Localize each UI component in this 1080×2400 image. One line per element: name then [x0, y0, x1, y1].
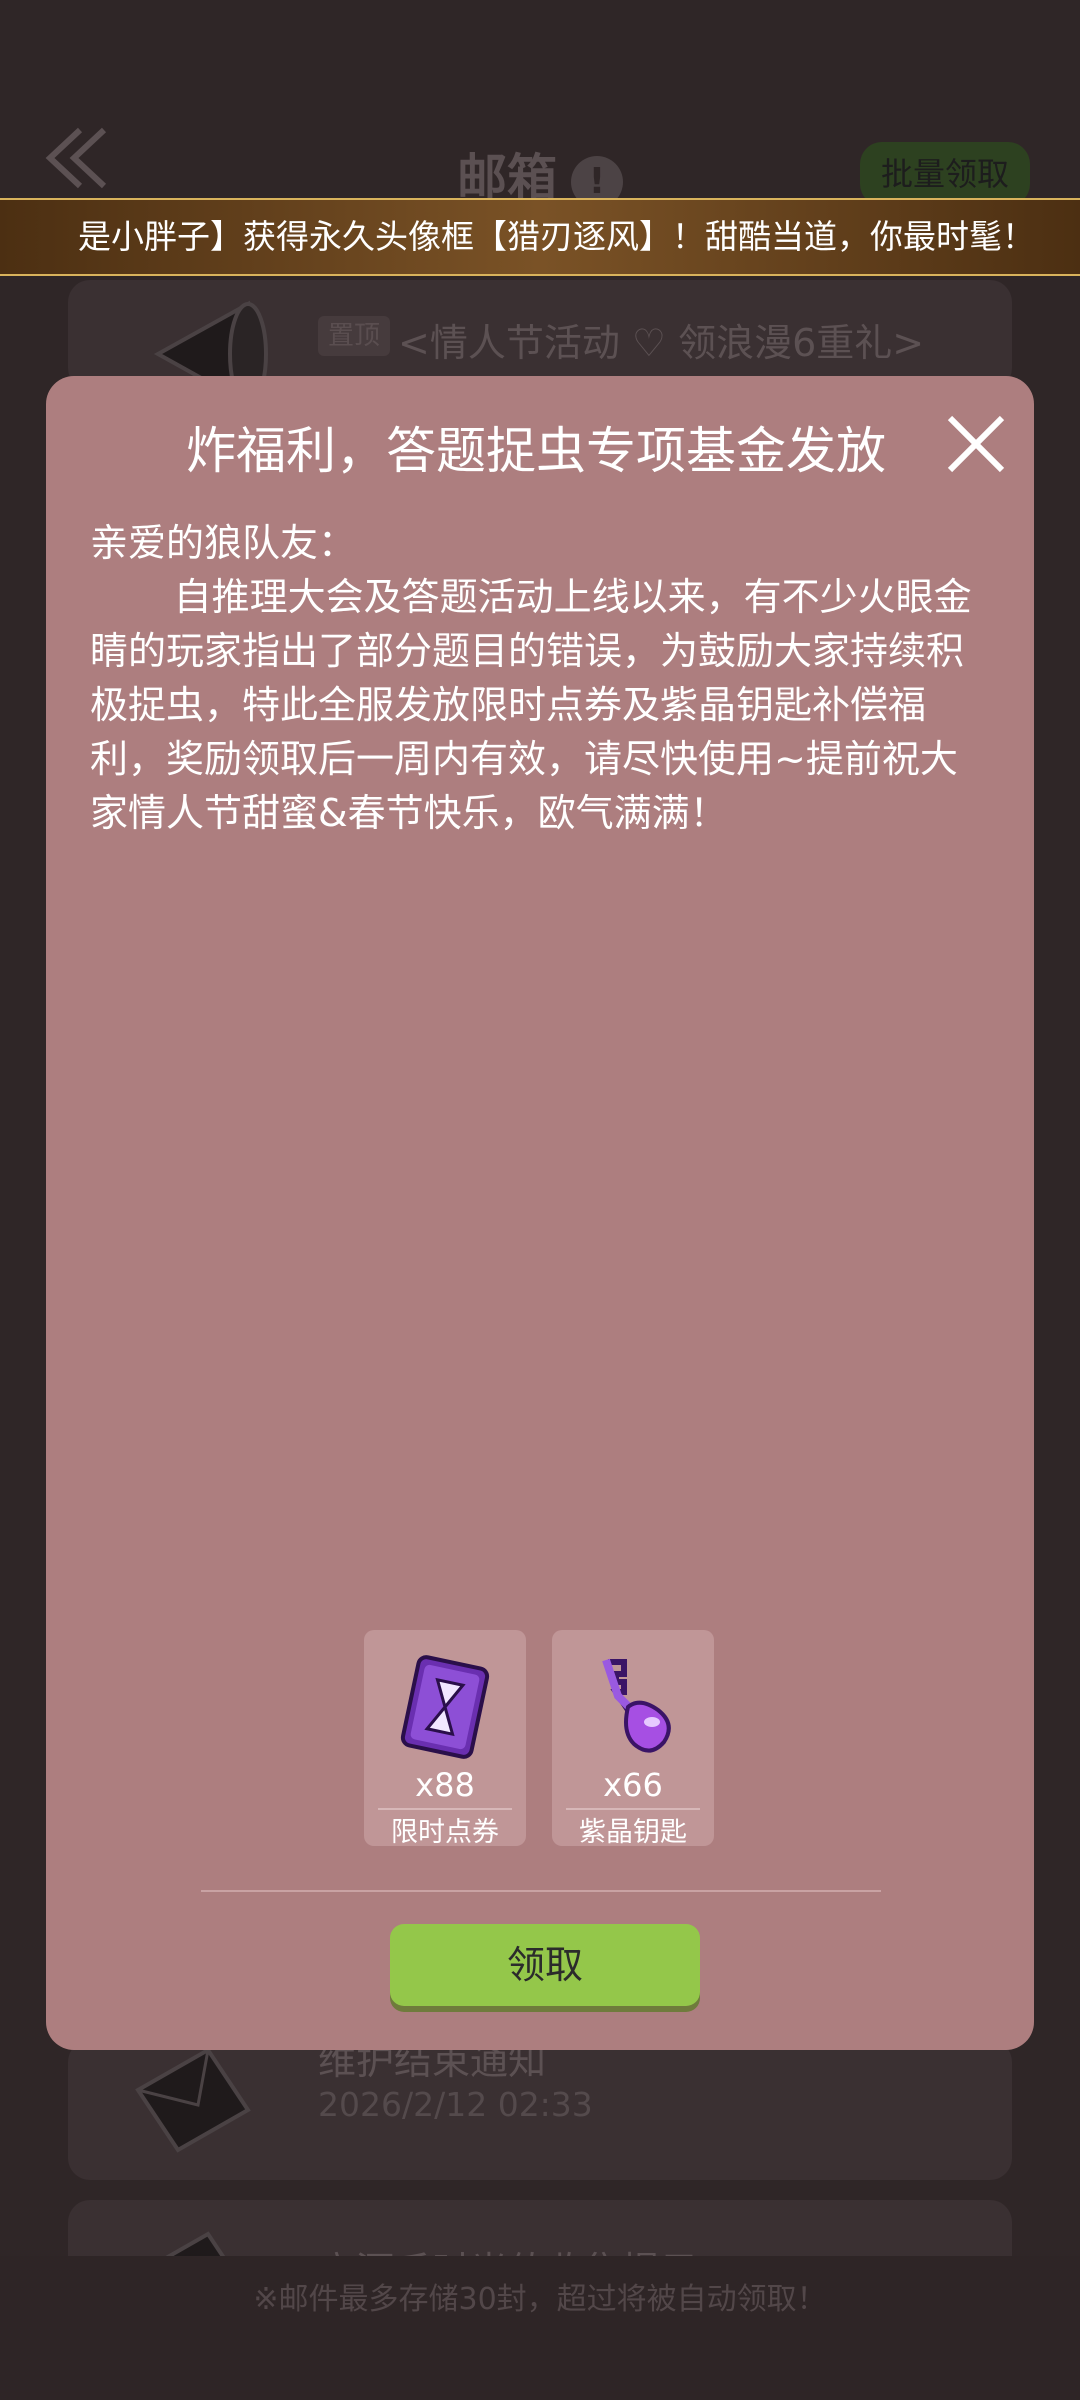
hourglass-voucher-icon: [400, 1655, 490, 1759]
reward-item[interactable]: x88 限时点券: [364, 1630, 526, 1848]
mail-detail-dialog: 炸福利，答题捉虫专项基金发放 亲爱的狼队友： 自推理大会及答题活动上线以来，有不…: [46, 376, 1034, 2050]
amethyst-key-icon: [602, 1658, 671, 1753]
claim-button[interactable]: 领取: [390, 1924, 700, 2006]
mail-body: 亲爱的狼队友： 自推理大会及答题活动上线以来，有不少火眼金睛的玩家指出了部分题目…: [90, 516, 990, 840]
reward-name: 限时点券: [391, 1817, 499, 1848]
mail-content: 自推理大会及答题活动上线以来，有不少火眼金睛的玩家指出了部分题目的错误，为鼓励大…: [90, 575, 972, 835]
mail-item-title: <情人节活动 ♡ 领浪漫6重礼>: [398, 321, 925, 365]
reward-name: 紫晶钥匙: [579, 1817, 687, 1848]
reward-quantity: x66: [603, 1766, 663, 1804]
pinned-tag: 置顶: [318, 316, 391, 356]
storage-limit-note: ※邮件最多存储30封，超过将被自动领取！: [253, 2282, 827, 2317]
divider-line: [201, 1890, 881, 1892]
envelope-icon: [135, 2047, 251, 2153]
mail-item-date: 2026/2/12 02:33: [318, 2085, 593, 2124]
reward-quantity: x88: [415, 1766, 475, 1804]
mail-title: 炸福利，答题捉虫专项基金发放: [186, 422, 886, 480]
batch-claim-button[interactable]: 批量领取: [860, 142, 1030, 206]
mail-greeting: 亲爱的狼队友：: [90, 521, 357, 565]
close-icon[interactable]: [936, 404, 1016, 484]
reward-item[interactable]: x66 紫晶钥匙: [552, 1630, 714, 1848]
ticker-text: 是小胖子】获得永久头像框【猎刃逐风】！甜酷当道，你最时髦！: [78, 217, 1035, 256]
announcement-ticker: 是小胖子】获得永久头像框【猎刃逐风】！甜酷当道，你最时髦！: [0, 198, 1080, 276]
